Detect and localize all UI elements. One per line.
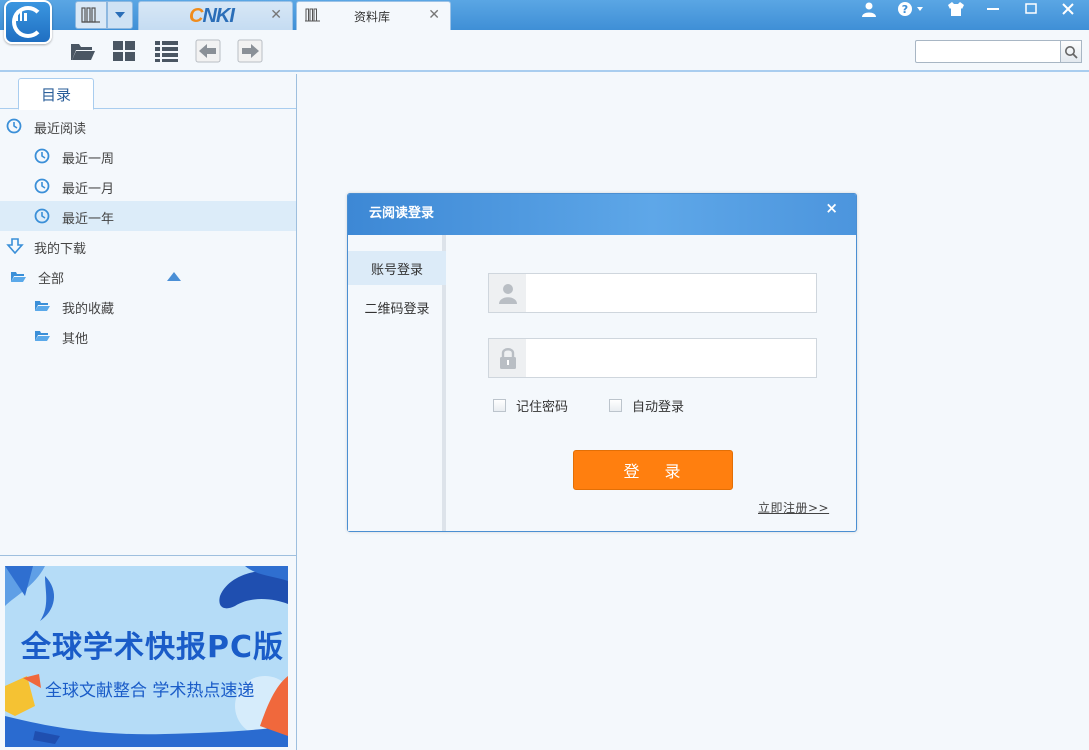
sidebar-item-favorites[interactable]: 我的收藏 [0,291,296,321]
close-tab-icon[interactable]: ✕ [270,7,282,23]
user-icon [489,274,526,312]
sidebar-item-recent-week[interactable]: 最近一周 [0,141,296,171]
books-icon [81,7,100,23]
sidebar-item-label: 最近一周 [62,152,115,167]
promo-banner[interactable]: 全球学术快报PC版 全球文献整合 学术热点速递 [5,566,288,747]
clock-icon [34,178,50,194]
password-input[interactable] [529,341,814,375]
register-link[interactable]: 立即注册>> [758,499,829,516]
search-input[interactable] [915,40,1061,63]
app-logo[interactable] [4,0,52,44]
sidebar-item-label: 我的收藏 [62,302,115,317]
chevron-down-icon [115,12,125,18]
sidebar-tab-strip: 目录 [0,74,296,110]
sidebar-item-all[interactable]: 全部 [0,261,296,291]
clock-icon [34,208,50,224]
login-dialog: 云阅读登录 × 账号登录 二维码登录 记住密码 自动登录 登 录 立即注册>> [347,193,857,532]
sidebar-item-label: 我的下载 [34,242,87,257]
dialog-title: 云阅读登录 [369,206,435,221]
download-icon [6,238,24,254]
svg-text:?: ? [902,3,908,16]
checkbox-label: 自动登录 [632,400,685,415]
checkbox-box[interactable] [493,399,506,412]
folder-icon [11,272,26,282]
tab-directory[interactable]: 目录 [18,78,94,110]
tab-account-login[interactable]: 账号登录 [348,251,446,285]
search-icon [1065,45,1078,59]
close-icon[interactable]: × [825,199,838,217]
folder-icon [35,301,50,311]
open-folder-icon[interactable] [70,39,96,63]
collapse-arrow-icon[interactable] [167,272,181,281]
tab-library[interactable]: 资料库 ✕ [296,1,451,30]
close-window-icon[interactable] [1057,0,1079,18]
sidebar-item-recent-reading[interactable]: 最近阅读 [0,111,296,141]
title-bar: CNKI ✕ 资料库 ✕ ? [0,0,1089,44]
search-button[interactable] [1060,40,1082,63]
grid-view-icon[interactable] [112,39,138,63]
banner-subtitle: 全球文献整合 学术热点速递 [45,681,255,701]
clock-icon [6,118,22,134]
library-dropdown-button[interactable] [107,1,133,29]
help-icon[interactable]: ? [893,0,931,18]
remember-password-checkbox[interactable]: 记住密码 [493,396,568,415]
clock-icon [34,148,50,164]
dialog-header: 云阅读登录 × [348,194,856,235]
username-input[interactable] [529,276,814,310]
sidebar-item-recent-month[interactable]: 最近一月 [0,171,296,201]
books-icon [305,8,320,22]
close-tab-icon[interactable]: ✕ [428,7,440,23]
sidebar-item-other[interactable]: 其他 [0,321,296,351]
cnki-logo: CNKI [189,5,235,27]
forward-arrow-icon[interactable] [237,39,263,63]
password-field[interactable] [488,338,817,378]
sidebar-item-label: 最近一月 [62,182,115,197]
sidebar-item-my-downloads[interactable]: 我的下载 [0,231,296,261]
promo-banner-area: 全球学术快报PC版 全球文献整合 学术热点速递 [0,555,296,750]
tab-label: 资料库 [354,10,391,24]
login-button[interactable]: 登 录 [573,450,733,490]
maximize-icon[interactable] [1020,0,1042,18]
tab-cnki[interactable]: CNKI ✕ [138,1,293,30]
minimize-icon[interactable] [982,0,1004,18]
toolbar [0,30,1089,72]
checkbox-label: 记住密码 [516,400,569,415]
list-view-icon[interactable] [154,39,180,63]
checkbox-box[interactable] [609,399,622,412]
sidebar-item-recent-year[interactable]: 最近一年 [0,201,296,231]
library-menu-button[interactable] [75,1,107,29]
lock-icon [489,339,526,377]
tab-qrcode-login[interactable]: 二维码登录 [348,290,446,324]
skin-icon[interactable] [944,0,968,18]
banner-title: 全球学术快报PC版 [21,630,285,665]
user-icon[interactable] [858,0,880,18]
back-arrow-icon[interactable] [195,39,221,63]
sidebar-item-label: 最近阅读 [34,122,87,137]
sidebar-item-label: 最近一年 [62,212,115,227]
sidebar-item-label: 全部 [38,272,65,287]
login-method-tabs: 账号登录 二维码登录 [348,235,446,531]
auto-login-checkbox[interactable]: 自动登录 [609,396,684,415]
folder-icon [35,331,50,341]
sidebar-item-label: 其他 [62,332,89,347]
sidebar: 目录 最近阅读 最近一周 最近一月 最近一年 我的下载 全部 我的收藏 其他 全… [0,74,297,750]
username-field[interactable] [488,273,817,313]
